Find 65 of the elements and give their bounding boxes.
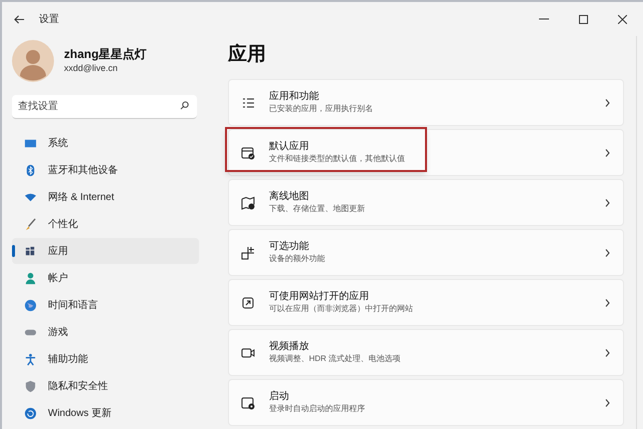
card-title: 应用和功能 <box>269 90 320 103</box>
settings-card[interactable]: 应用和功能 已安装的应用，应用执行别名 <box>228 79 624 126</box>
card-subtitle: 登录时自动启动的应用程序 <box>269 403 365 415</box>
chevron-right-icon <box>605 348 610 356</box>
search-icon[interactable] <box>180 101 189 110</box>
back-icon[interactable] <box>14 14 25 24</box>
brush-icon <box>24 218 37 230</box>
chevron-right-icon <box>605 398 610 406</box>
search-field[interactable]: 查找设置 <box>12 95 197 119</box>
maximize-icon[interactable] <box>579 14 588 24</box>
globe-icon <box>24 298 37 312</box>
apps-icon <box>24 244 37 258</box>
refresh-icon <box>24 406 37 420</box>
card-title: 离线地图 <box>269 190 310 203</box>
chevron-right-icon <box>605 248 610 256</box>
settings-card[interactable]: 默认应用 文件和链接类型的默认值，其他默认值 <box>228 129 624 176</box>
card-title: 默认应用 <box>269 140 310 153</box>
card-subtitle: 下载、存储位置、地图更新 <box>269 203 365 215</box>
figure-icon <box>24 352 37 366</box>
card-title: 视频播放 <box>269 340 310 353</box>
profile-email: xxdd@live.cn <box>64 62 119 76</box>
shield-icon <box>24 380 37 392</box>
map-icon <box>241 196 255 210</box>
settings-card[interactable]: 可选功能 设备的额外功能 <box>228 229 624 276</box>
person-icon <box>24 272 37 284</box>
list-icon <box>241 96 255 110</box>
chevron-right-icon <box>605 298 610 306</box>
card-subtitle: 设备的额外功能 <box>269 253 325 265</box>
card-subtitle: 可以在应用（而非浏览器）中打开的网站 <box>269 303 413 315</box>
settings-card[interactable]: 离线地图 下载、存储位置、地图更新 <box>228 179 624 226</box>
card-title: 可使用网站打开的应用 <box>269 290 370 303</box>
sidebar-item[interactable]: 帐户 <box>12 265 199 291</box>
profile-name: zhang星星点灯 <box>64 46 147 62</box>
settings-card[interactable]: 可使用网站打开的应用 可以在应用（而非浏览器）中打开的网站 <box>228 279 624 326</box>
sidebar-item[interactable]: 游戏 <box>12 319 199 345</box>
sidebar-item[interactable]: 网络 & Internet <box>12 184 199 210</box>
window-title: 设置 <box>39 12 59 26</box>
avatar <box>12 40 54 82</box>
window-check-icon <box>241 146 255 160</box>
card-subtitle: 视频调整、HDR 流式处理、电池选项 <box>269 353 401 365</box>
card-subtitle: 已安装的应用，应用执行别名 <box>269 103 373 115</box>
settings-card[interactable]: 视频播放 视频调整、HDR 流式处理、电池选项 <box>228 329 624 376</box>
page-title: 应用 <box>228 43 267 67</box>
sidebar-item[interactable]: 系统 <box>12 130 199 156</box>
sidebar-item[interactable]: Windows 更新 <box>12 400 199 426</box>
sidebar-item[interactable]: 辅助功能 <box>12 346 199 372</box>
settings-card[interactable]: 启动 登录时自动启动的应用程序 <box>228 379 624 426</box>
sidebar-item[interactable]: 时间和语言 <box>12 292 199 318</box>
sidebar-item[interactable]: 蓝牙和其他设备 <box>12 157 199 183</box>
sidebar-item[interactable]: 应用 <box>12 238 199 264</box>
selection-indicator <box>12 245 15 257</box>
sidebar-item[interactable]: 个性化 <box>12 211 199 237</box>
chevron-right-icon <box>605 98 610 106</box>
card-subtitle: 文件和链接类型的默认值，其他默认值 <box>269 153 405 165</box>
sidebar-item[interactable]: 隐私和安全性 <box>12 373 199 399</box>
bluetooth-icon <box>24 164 37 176</box>
grid-plus-icon <box>241 246 255 260</box>
video-camera-icon <box>241 346 255 360</box>
chevron-right-icon <box>605 148 610 156</box>
window-gear-icon <box>241 396 255 410</box>
card-title: 可选功能 <box>269 240 310 253</box>
chevron-right-icon <box>605 198 610 206</box>
card-title: 启动 <box>269 390 290 403</box>
close-icon[interactable] <box>618 14 627 24</box>
open-external-icon <box>241 296 255 310</box>
